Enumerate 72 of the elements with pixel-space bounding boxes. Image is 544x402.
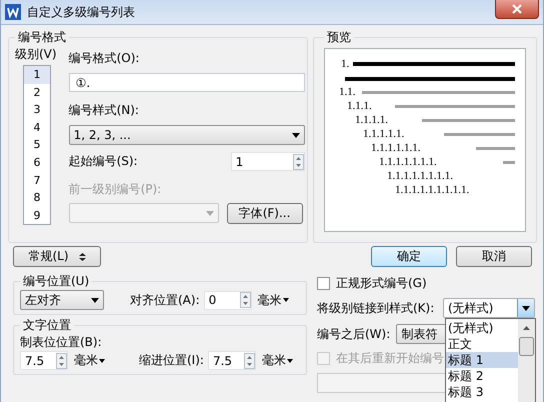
- unit-dropdown[interactable]: 毫米: [68, 352, 105, 369]
- preview-number: 1.1.1.1.: [355, 114, 388, 126]
- level-label: 级别(V): [15, 46, 57, 63]
- level-item[interactable]: 9: [24, 206, 50, 224]
- spinner-icon: [292, 154, 304, 170]
- field-label: 编号格式(O):: [68, 50, 140, 67]
- preview-number: 1.1.1.1.1.1.: [371, 142, 420, 154]
- level-item[interactable]: 3: [24, 101, 50, 119]
- field-label: 编号样式(N):: [68, 102, 140, 119]
- format-field[interactable]: ①.: [68, 73, 305, 92]
- caret-icon: [286, 358, 293, 362]
- cancel-button[interactable]: 取消: [456, 246, 532, 267]
- scrollbar[interactable]: [518, 319, 535, 402]
- dropdown-option[interactable]: 标题 3: [446, 384, 518, 400]
- caret-icon: [99, 358, 105, 362]
- level-item[interactable]: 1: [24, 66, 50, 84]
- field-label: 将级别链接到样式(K):: [317, 300, 434, 316]
- window-title: 自定义多级编号列表: [27, 4, 135, 20]
- level-item[interactable]: 7: [24, 172, 50, 190]
- preview-number: 1.1.1.1.1.1.1.1.: [387, 170, 453, 182]
- link-style-dropdown[interactable]: (无样式): [443, 298, 535, 318]
- unit-dropdown[interactable]: 毫米: [256, 352, 293, 369]
- field-label: 制表位位置(B):: [20, 335, 102, 349]
- ok-button[interactable]: 确定: [371, 246, 447, 267]
- alignment-position-field[interactable]: 0: [204, 290, 252, 310]
- group-title: 文字位置: [22, 317, 72, 334]
- caret-icon: [522, 306, 530, 310]
- preview-line: [444, 132, 515, 136]
- caret-icon: [292, 132, 300, 138]
- alignment-dropdown[interactable]: 左对齐: [20, 290, 104, 310]
- level-item[interactable]: 8: [24, 189, 50, 207]
- preview-line: [476, 146, 515, 150]
- start-number-field[interactable]: 1: [230, 152, 305, 171]
- field-label: 对齐位置(A):: [130, 292, 200, 308]
- general-button[interactable]: 常规(L): [13, 246, 101, 267]
- unit-dropdown[interactable]: 毫米: [252, 292, 289, 308]
- spinner-icon: [240, 292, 251, 308]
- spinner-icon: [56, 352, 67, 368]
- dropdown-option[interactable]: 标题 2: [446, 368, 518, 384]
- preview-number: 1.1.1.1.1.: [363, 128, 404, 140]
- preview-number: 1.1.1.: [347, 100, 372, 112]
- close-icon: [511, 4, 523, 14]
- preview-number: 1.: [341, 58, 350, 70]
- indent-position-field[interactable]: 7.5: [208, 351, 256, 370]
- field-label: 起始编号(S):: [68, 153, 138, 170]
- close-button[interactable]: [495, 0, 539, 19]
- group-title: 编号位置(U): [22, 273, 90, 290]
- group-title: 编号格式: [17, 29, 67, 46]
- group-title: 预览: [326, 29, 352, 46]
- caret-icon: [282, 298, 289, 302]
- preview-number: 1.1.1.1.1.1.1.1.1.: [395, 184, 470, 196]
- checkbox-label: 在其后重新开始编号: [336, 350, 444, 367]
- caret-icon: [206, 210, 214, 216]
- field-label: 编号之后(W):: [317, 326, 390, 342]
- level-item[interactable]: 5: [24, 136, 50, 154]
- checkbox[interactable]: [317, 277, 330, 290]
- style-dropdown[interactable]: 1, 2, 3, ...: [68, 125, 305, 145]
- level-item[interactable]: 2: [24, 84, 50, 102]
- tab-position-field[interactable]: 7.5: [20, 351, 68, 370]
- level-item[interactable]: 4: [24, 118, 50, 136]
- spinner-icon: [244, 352, 255, 368]
- dropdown-option[interactable]: 标题 1: [446, 352, 518, 368]
- field-label: 缩进位置(I):: [139, 352, 204, 369]
- preview-number: 1.1.1.1.1.1.1.: [379, 156, 437, 168]
- checkbox-label: 正规形式编号(G): [336, 275, 427, 292]
- app-icon: [5, 4, 21, 20]
- font-button[interactable]: 字体(F)...: [226, 203, 303, 224]
- collapse-icon: [78, 252, 86, 260]
- caret-icon: [91, 298, 99, 302]
- level-item[interactable]: 6: [24, 154, 50, 172]
- preview-number: 1.1.: [339, 86, 356, 98]
- field-label: 前一级别编号(P):: [68, 181, 162, 198]
